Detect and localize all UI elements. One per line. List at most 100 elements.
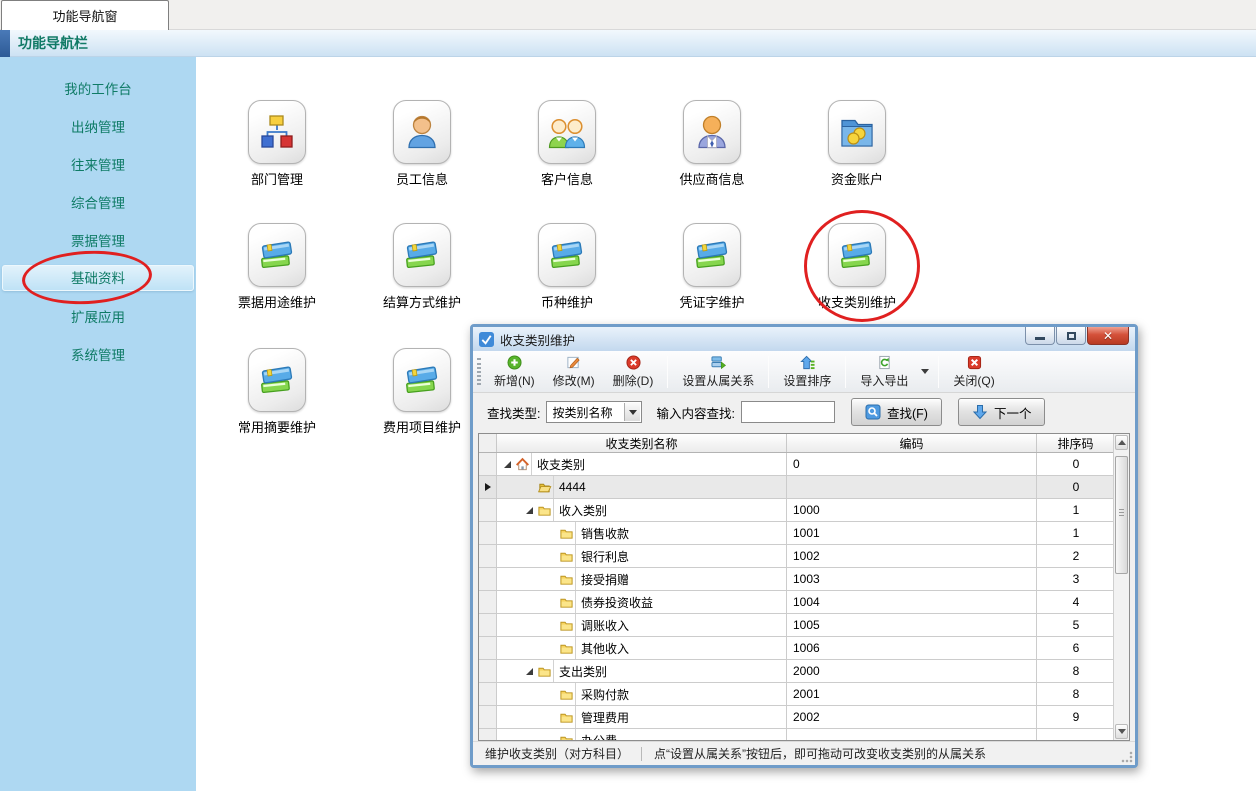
sidebar-item-system[interactable]: 系统管理 xyxy=(2,343,194,369)
toolbar-grip[interactable] xyxy=(477,358,481,385)
vertical-scrollbar[interactable] xyxy=(1113,434,1129,740)
arrow-up-icon xyxy=(1118,440,1126,445)
table-row[interactable]: 采购付款 2001 8 xyxy=(479,683,1129,706)
open-folder-icon xyxy=(535,480,553,495)
table-row[interactable]: 收入类别 1000 1 xyxy=(479,499,1129,522)
expand-triangle-icon[interactable] xyxy=(501,460,513,469)
folder-icon xyxy=(557,687,575,702)
shortcut-label: 凭证字维护 xyxy=(652,292,772,311)
minimize-button[interactable] xyxy=(1025,327,1055,345)
category-table: 收支类别名称 编码 排序码 收支类别 0 0 xyxy=(478,433,1130,741)
sidebar-item-bills[interactable]: 票据管理 xyxy=(2,229,194,255)
table-row-selected[interactable]: 4444 0 xyxy=(479,476,1129,499)
header-sort[interactable]: 排序码 xyxy=(1037,434,1115,452)
toolbar-separator xyxy=(768,356,769,388)
sidebar-item-workbench[interactable]: 我的工作台 xyxy=(2,77,194,103)
table-row[interactable]: 银行利息 1002 2 xyxy=(479,545,1129,568)
header-indicator-cell xyxy=(479,434,497,452)
add-icon xyxy=(506,355,523,370)
folder-icon xyxy=(557,641,575,656)
toolbar-separator xyxy=(845,356,846,388)
table-row[interactable]: 调账收入 1005 5 xyxy=(479,614,1129,637)
dialog-statusbar: 维护收支类别（对方科目） 点“设置从属关系”按钮后，即可拖动可改变收支类别的从属… xyxy=(473,741,1135,765)
tab-function-navigation[interactable]: 功能导航窗 xyxy=(1,0,169,30)
table-row[interactable]: 销售收款 1001 1 xyxy=(479,522,1129,545)
sort-up-icon xyxy=(799,355,816,370)
close-icon: ✕ xyxy=(1103,330,1113,342)
edit-button[interactable]: 修改(M) xyxy=(544,353,604,391)
find-icon xyxy=(865,404,881,420)
sidebar-item-cashier[interactable]: 出纳管理 xyxy=(2,115,194,141)
import-export-dropdown-caret[interactable] xyxy=(921,369,929,374)
sidebar-item-basic-data[interactable]: 基础资料 xyxy=(2,265,194,291)
home-icon xyxy=(513,457,531,472)
scrollbar-thumb[interactable] xyxy=(1115,456,1128,574)
shortcut-voucher-word: 凭证字维护 xyxy=(652,223,772,311)
maximize-icon xyxy=(1067,332,1076,340)
shortcut-expense-item: 费用项目维护 xyxy=(362,348,482,436)
delete-button[interactable]: 删除(D) xyxy=(604,353,663,391)
resize-grip[interactable] xyxy=(1121,751,1133,763)
dropdown-arrow-button[interactable] xyxy=(624,403,640,421)
sidebar-item-contacts[interactable]: 往来管理 xyxy=(2,153,194,179)
shortcut-settlement-method: 结算方式维护 xyxy=(362,223,482,311)
shortcut-fund-account: 资金账户 xyxy=(797,100,917,188)
import-export-icon xyxy=(876,355,893,370)
books-icon xyxy=(402,235,442,275)
search-input[interactable] xyxy=(741,401,835,423)
close-button[interactable]: ✕ xyxy=(1087,327,1129,345)
shortcut-department: 部门管理 xyxy=(217,100,337,188)
set-hierarchy-button[interactable]: 设置从属关系 xyxy=(673,353,763,391)
table-row[interactable]: 管理费用 2002 9 xyxy=(479,706,1129,729)
shortcut-bill-purpose: 票据用途维护 xyxy=(217,223,337,311)
table-row[interactable]: 收支类别 0 0 xyxy=(479,453,1129,476)
maximize-button[interactable] xyxy=(1056,327,1086,345)
hierarchy-icon xyxy=(710,355,727,370)
folder-icon xyxy=(557,733,575,742)
table-header: 收支类别名称 编码 排序码 xyxy=(479,434,1129,453)
books-icon xyxy=(402,360,442,400)
dialog-toolbar: 新增(N) 修改(M) 删除(D) 设置从属关系 设置排序 导入导出 关闭 xyxy=(473,351,1135,393)
shortcut-employee: 员工信息 xyxy=(362,100,482,188)
expand-triangle-icon[interactable] xyxy=(523,667,535,676)
scroll-down-button[interactable] xyxy=(1115,724,1128,739)
find-button[interactable]: 查找(F) xyxy=(851,398,942,426)
books-icon xyxy=(837,235,877,275)
shortcut-label: 员工信息 xyxy=(362,169,482,188)
shortcut-label: 费用项目维护 xyxy=(362,417,482,436)
toolbar-separator xyxy=(938,356,939,388)
arrow-down-icon xyxy=(972,404,988,420)
dialog-income-expense-category: 收支类别维护 ✕ 新增(N) 修改(M) 删除(D) 设置从属关系 设置排序 xyxy=(470,324,1138,768)
expand-triangle-icon[interactable] xyxy=(523,506,535,515)
dialog-title: 收支类别维护 xyxy=(500,330,575,349)
search-type-dropdown[interactable]: 按类别名称 xyxy=(546,401,642,423)
sidebar-item-extensions[interactable]: 扩展应用 xyxy=(2,305,194,331)
header-name[interactable]: 收支类别名称 xyxy=(497,434,787,452)
set-sort-button[interactable]: 设置排序 xyxy=(774,353,840,391)
table-row[interactable]: 支出类别 2000 8 xyxy=(479,660,1129,683)
shortcut-label: 结算方式维护 xyxy=(362,292,482,311)
folder-icon xyxy=(557,572,575,587)
sidebar-item-general[interactable]: 综合管理 xyxy=(2,191,194,217)
shortcut-label: 供应商信息 xyxy=(652,169,772,188)
folder-icon xyxy=(557,549,575,564)
shortcut-currency: 币种维护 xyxy=(507,223,627,311)
folder-icon xyxy=(557,618,575,633)
folder-icon xyxy=(557,526,575,541)
table-row[interactable]: 其他收入 1006 6 xyxy=(479,637,1129,660)
header-code[interactable]: 编码 xyxy=(787,434,1037,452)
next-button[interactable]: 下一个 xyxy=(958,398,1046,426)
shortcut-label: 常用摘要维护 xyxy=(217,417,337,436)
top-tab-bar: 功能导航窗 xyxy=(0,0,1256,30)
table-row[interactable]: 办公费 xyxy=(479,729,1129,741)
scroll-up-button[interactable] xyxy=(1115,435,1128,450)
dialog-titlebar[interactable]: 收支类别维护 ✕ xyxy=(473,327,1135,351)
close-dialog-button[interactable]: 关闭(Q) xyxy=(944,353,1003,391)
add-button[interactable]: 新增(N) xyxy=(485,353,544,391)
fund-account-icon xyxy=(837,112,877,152)
nav-accent-block xyxy=(0,30,10,57)
table-row[interactable]: 接受捐赠 1003 3 xyxy=(479,568,1129,591)
import-export-button[interactable]: 导入导出 xyxy=(851,353,917,391)
books-icon xyxy=(257,360,297,400)
table-row[interactable]: 债券投资收益 1004 4 xyxy=(479,591,1129,614)
